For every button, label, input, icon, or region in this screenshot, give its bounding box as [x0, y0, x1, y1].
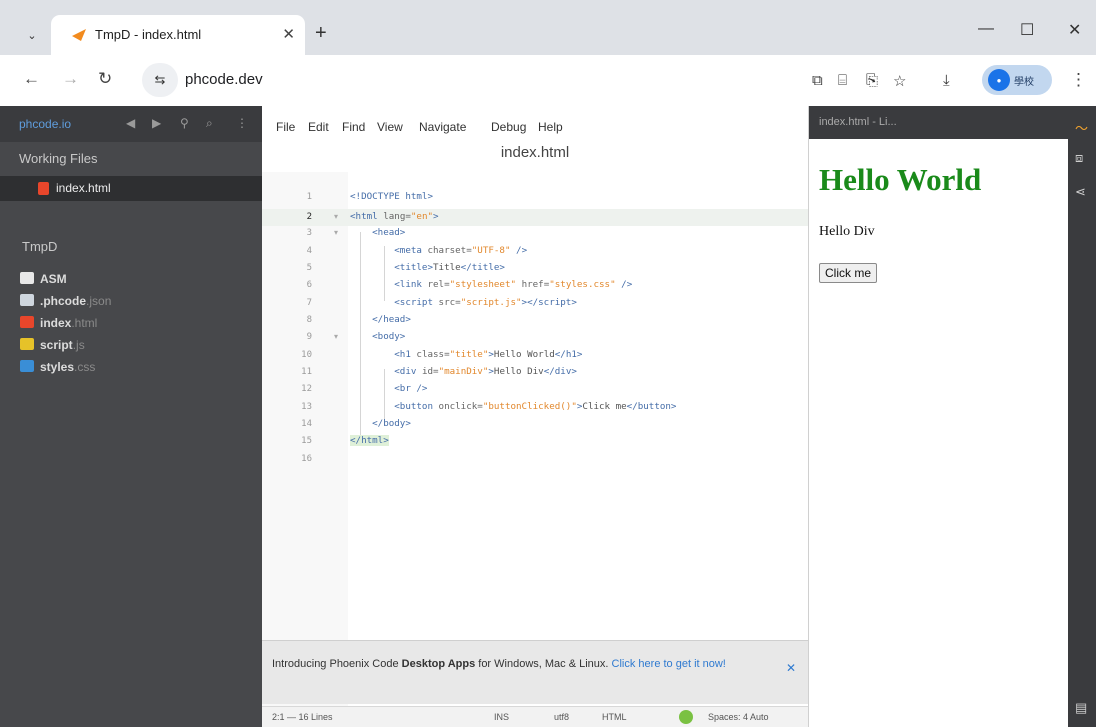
profile-button[interactable]: ● 學校 [982, 65, 1052, 95]
browser-tab[interactable]: TmpD - index.html ✕ [51, 15, 305, 55]
fold-icon[interactable]: ▾ [334, 332, 338, 341]
maximize-button[interactable]: ☐ [1020, 20, 1034, 40]
menu-navigate[interactable]: Navigate [419, 120, 466, 134]
file-icon [20, 294, 34, 306]
tab-strip: ⌄ TmpD - index.html ✕ + — ☐ ✕ [0, 0, 1096, 62]
promo-banner: Introducing Phoenix Code Desktop Apps fo… [262, 640, 808, 704]
promo-link[interactable]: Click here to get it now! [612, 658, 726, 670]
html-file-icon [38, 182, 49, 195]
new-tab-button[interactable]: + [315, 22, 327, 45]
extensions-icon[interactable]: ⧈ [1075, 150, 1083, 166]
file-name: script [40, 338, 73, 352]
file-icon [20, 316, 34, 328]
tab-title: TmpD - index.html [95, 27, 202, 42]
folder-icon [20, 272, 34, 284]
share-icon[interactable]: ⋖ [1075, 184, 1086, 200]
translate-icon[interactable]: ⌸ [838, 72, 847, 89]
file-tree-item[interactable]: script.js [20, 338, 85, 352]
file-extension: .json [86, 294, 112, 308]
insert-mode[interactable]: INS [494, 712, 509, 722]
file-name: ASM [40, 272, 67, 286]
encoding-select[interactable]: utf8 [554, 712, 569, 722]
file-tree-item[interactable]: .phcode.json [20, 294, 111, 308]
minimize-button[interactable]: — [978, 20, 994, 38]
install-app-icon[interactable]: ⧉ [812, 72, 823, 89]
current-line-highlight [262, 209, 808, 226]
file-name: styles [40, 360, 75, 374]
file-tree-item[interactable]: ASM [20, 272, 67, 286]
working-files-label: Working Files [19, 151, 98, 166]
working-file-name: index.html [56, 181, 111, 195]
menu-view[interactable]: View [377, 120, 403, 134]
avatar: ● [988, 69, 1010, 91]
nav-forward-icon[interactable]: ▶ [152, 116, 161, 130]
menu-file[interactable]: File [276, 120, 295, 134]
live-preview-icon[interactable]: 〜 [1075, 118, 1088, 137]
back-button[interactable]: ← [23, 69, 40, 89]
preview-heading: Hello World [819, 162, 982, 197]
feedback-icon[interactable]: ▤ [1075, 700, 1087, 716]
menu-help[interactable]: Help [538, 120, 563, 134]
project-name[interactable]: TmpD [22, 239, 57, 254]
binoculars-icon[interactable]: ⚲ [180, 116, 189, 130]
sidebar: phcode.io ◀ ▶ ⚲ ⌕ ⋮ Working Files index.… [0, 106, 262, 727]
cursor-position[interactable]: 2:1 — 16 Lines [272, 712, 333, 722]
close-window-button[interactable]: ✕ [1068, 20, 1081, 40]
menu-find[interactable]: Find [342, 120, 365, 134]
fold-icon[interactable]: ▾ [334, 228, 338, 237]
preview-header-title: index.html - Li... [819, 116, 897, 128]
project-brand-link[interactable]: phcode.io [19, 117, 71, 131]
menu-debug[interactable]: Debug [491, 120, 526, 134]
file-extension: .js [72, 338, 85, 352]
address-bar[interactable]: phcode.dev [185, 71, 263, 88]
working-file-item[interactable]: index.html [0, 176, 262, 201]
download-icon[interactable]: ⤓ [943, 72, 950, 89]
preview-header: index.html - Li... [809, 106, 1069, 139]
status-bar: 2:1 — 16 Lines INS utf8 HTML Spaces: 4 A… [262, 706, 808, 727]
file-icon [20, 338, 34, 350]
file-tree-item[interactable]: index.html [20, 316, 97, 330]
code-editor: File Edit Find View Navigate Debug Help … [262, 106, 808, 727]
document-title: index.html [500, 144, 570, 161]
site-info-icon[interactable]: ⇆ [142, 63, 178, 97]
file-name: index [40, 316, 72, 330]
file-extension: .html [71, 316, 98, 330]
preview-div: Hello Div [819, 224, 875, 239]
file-tree-item[interactable]: styles.css [20, 360, 95, 374]
bookmark-star-icon[interactable]: ☆ [893, 72, 906, 90]
profile-label: 學校 [1014, 77, 1034, 88]
file-extension: .css [74, 360, 96, 374]
tab-search-button[interactable]: ⌄ [21, 24, 43, 46]
fold-icon[interactable]: ▾ [334, 212, 338, 221]
menu-bar: File Edit Find View Navigate Debug Help [262, 106, 808, 144]
nav-back-icon[interactable]: ◀ [126, 116, 135, 130]
tab-close-icon[interactable]: ✕ [282, 25, 295, 43]
browser-window: ⌄ TmpD - index.html ✕ + — ☐ ✕ ← → ↻ ⇆ ph… [0, 0, 1096, 727]
share-icon[interactable]: ⎘ [866, 72, 878, 89]
reload-button[interactable]: ↻ [98, 69, 112, 89]
live-preview: index.html - Li... Hello World Hello Div… [808, 106, 1069, 727]
sidebar-menu-icon[interactable]: ⋮ [236, 116, 248, 130]
lint-ok-icon[interactable] [679, 710, 693, 724]
sidebar-header: phcode.io ◀ ▶ ⚲ ⌕ ⋮ [0, 106, 262, 142]
language-select[interactable]: HTML [602, 712, 627, 722]
search-icon[interactable]: ⌕ [206, 116, 213, 131]
browser-toolbar: ← → ↻ ⇆ phcode.dev ⧉ ⌸ ⎘ ☆ ⤓ ● 學校 ⋮ [0, 55, 1096, 106]
browser-menu-icon[interactable]: ⋮ [1070, 70, 1087, 90]
phoenix-favicon-icon [72, 29, 86, 41]
file-name: .phcode [40, 294, 87, 308]
right-toolbar: 〜 ⧈ ⋖ ▤ [1068, 106, 1096, 727]
menu-edit[interactable]: Edit [308, 120, 329, 134]
close-banner-icon[interactable]: ✕ [786, 661, 796, 675]
preview-click-me-button[interactable]: Click me [819, 263, 878, 283]
promo-text: Introducing Phoenix Code Desktop Apps fo… [272, 658, 726, 670]
indent-settings[interactable]: Spaces: 4 Auto [708, 712, 769, 722]
phoenix-code-app: phcode.io ◀ ▶ ⚲ ⌕ ⋮ Working Files index.… [0, 106, 1096, 727]
file-icon [20, 360, 34, 372]
forward-button[interactable]: → [62, 69, 79, 89]
